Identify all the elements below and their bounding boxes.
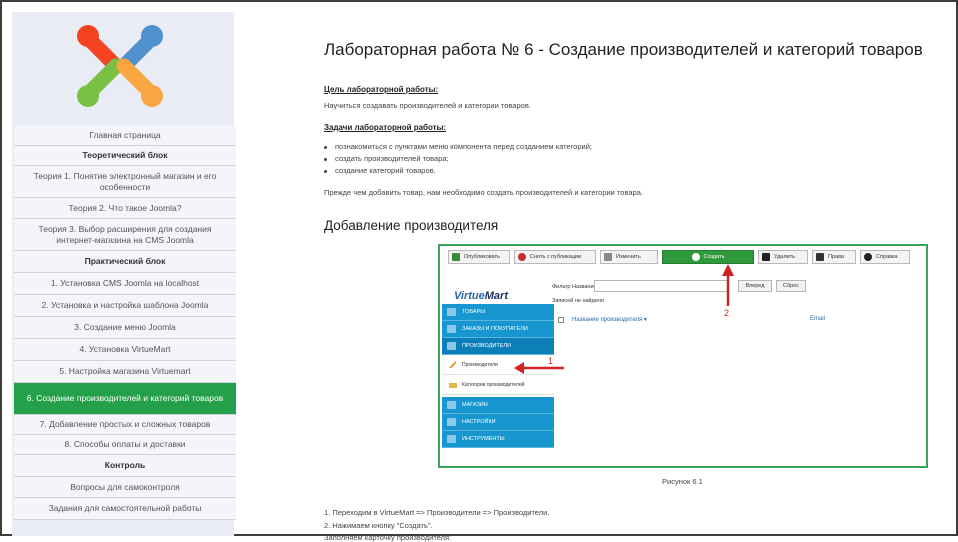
menu-tools[interactable]: ИНСТРУМЕНТЫ <box>442 431 554 448</box>
page-title: Лабораторная работа № 6 - Создание произ… <box>324 40 923 59</box>
tasks-heading: Задачи лабораторной работы: <box>324 123 447 132</box>
manufacturers-icon <box>447 342 456 350</box>
intro-text: Прежде чем добавить товар, нам необходим… <box>324 188 643 197</box>
figure-screenshot: Опубликовать Снять с публикации Изменить… <box>438 244 928 468</box>
sidebar-item-lab-3[interactable]: 3. Создание меню Joomla <box>14 317 236 339</box>
virtuemart-logo: VirtueMart <box>454 290 508 302</box>
menu-settings[interactable]: НАСТРОЙКИ <box>442 414 554 431</box>
select-all-checkbox[interactable] <box>558 317 564 323</box>
products-icon <box>447 308 456 316</box>
filter-input[interactable] <box>594 280 728 292</box>
column-header-name[interactable]: Название производителя ▾ <box>572 316 647 323</box>
sidebar-item-lab-2[interactable]: 2. Установка и настройка шаблона Joomla <box>14 295 236 317</box>
submenu-manufacturer-categories[interactable]: Категории производителей <box>442 375 554 395</box>
task-item: создать производителей товара; <box>324 154 449 163</box>
annotation-arrow-up-icon <box>722 264 734 306</box>
edit-button[interactable]: Изменить <box>600 250 658 264</box>
menu-shop[interactable]: МАГАЗИН <box>442 397 554 414</box>
edit-icon <box>604 253 612 261</box>
sidebar-item-theory-1[interactable]: Теория 1. Понятие электронный магазин и … <box>14 166 236 198</box>
shop-icon <box>447 401 456 409</box>
filter-go-button[interactable]: Вперед <box>738 280 772 292</box>
orders-icon <box>447 325 456 333</box>
goal-text: Научиться создавать производителей и кат… <box>324 101 531 110</box>
sidebar-item-lab-6[interactable]: 6. Создание производителей и категорий т… <box>14 383 236 415</box>
unpublish-button[interactable]: Снять с публикации <box>514 250 596 264</box>
main-content: Лабораторная работа № 6 - Создание произ… <box>242 12 954 542</box>
publish-button[interactable]: Опубликовать <box>448 250 510 264</box>
sidebar-header-control: Контроль <box>14 455 236 477</box>
sidebar-item-lab-4[interactable]: 4. Установка VirtueMart <box>14 339 236 361</box>
joomla-logo <box>12 12 234 118</box>
sidebar-header-theory: Теоретический блок <box>14 146 236 166</box>
sidebar-item-theory-3[interactable]: Теория 3. Выбор расширения для создания … <box>14 219 236 251</box>
sidebar: Главная страница Теоретический блок Теор… <box>12 12 236 536</box>
page-frame: Главная страница Теоретический блок Теор… <box>0 0 958 542</box>
column-header-email[interactable]: Email <box>810 316 825 322</box>
rights-button[interactable]: Права <box>812 250 856 264</box>
figure-caption: Рисунок 6.1 <box>662 477 703 486</box>
sidebar-item-home[interactable]: Главная страница <box>14 126 236 146</box>
annotation-arrow-left-icon <box>514 362 564 374</box>
check-icon <box>452 253 460 261</box>
sidebar-item-tasks[interactable]: Задания для самостоятельной работы <box>14 498 236 520</box>
filter-reset-button[interactable]: Сброс <box>776 280 806 292</box>
sidebar-item-lab-7[interactable]: 7. Добавление простых и сложных товаров <box>14 415 236 435</box>
step-1: 1. Переходим в VirtueMart => Производите… <box>324 508 550 517</box>
help-icon <box>864 253 872 261</box>
section-title: Добавление производителя <box>324 218 499 233</box>
sidebar-item-lab-8[interactable]: 8. Способы оплаты и доставки <box>14 435 236 455</box>
menu-products[interactable]: ТОВАРЫ <box>442 304 554 321</box>
no-records-text: Записей не найдено <box>552 298 604 304</box>
sidebar-item-questions[interactable]: Вопросы для самоконтроля <box>14 477 236 498</box>
step-3: Заполняем карточку производителя: <box>324 533 452 542</box>
folder-icon <box>449 383 457 388</box>
plus-icon <box>691 253 700 261</box>
annotation-number-2: 2 <box>724 308 730 318</box>
stop-icon <box>518 253 526 261</box>
help-button[interactable]: Справка <box>860 250 910 264</box>
pencil-icon <box>449 361 457 369</box>
joomla-logo-icon <box>77 25 163 107</box>
goal-heading: Цель лабораторной работы: <box>324 85 439 94</box>
sidebar-item-lab-5[interactable]: 5. Настройка магазина Virtuemart <box>14 361 236 383</box>
menu-orders[interactable]: ЗАКАЗЫ И ПОКУПАТЕЛИ <box>442 321 554 338</box>
admin-toolbar: Опубликовать Снять с публикации Изменить… <box>448 250 910 264</box>
sidebar-header-practice: Практический блок <box>14 251 236 273</box>
delete-button[interactable]: Удалить <box>758 250 808 264</box>
task-item: познакомиться с пунктами меню компонента… <box>324 142 592 151</box>
create-button[interactable]: Создать <box>662 250 754 264</box>
annotation-number-1: 1 <box>548 356 554 366</box>
settings-icon <box>447 418 456 426</box>
menu-manufacturers[interactable]: ПРОИЗВОДИТЕЛИ <box>442 338 554 355</box>
tools-icon <box>447 435 456 443</box>
sidebar-item-lab-1[interactable]: 1. Установка CMS Joomla на localhost <box>14 273 236 295</box>
sidebar-nav: Главная страница Теоретический блок Теор… <box>14 126 236 520</box>
sidebar-item-theory-2[interactable]: Теория 2. Что такое Joomla? <box>14 198 236 219</box>
task-item: создание категорий товаров. <box>324 166 436 175</box>
filter-label: Фильтр Название: <box>552 284 599 290</box>
step-2: 2. Нажимаем кнопку "Создать". <box>324 521 433 530</box>
lock-icon <box>816 253 824 261</box>
close-icon <box>762 253 770 261</box>
